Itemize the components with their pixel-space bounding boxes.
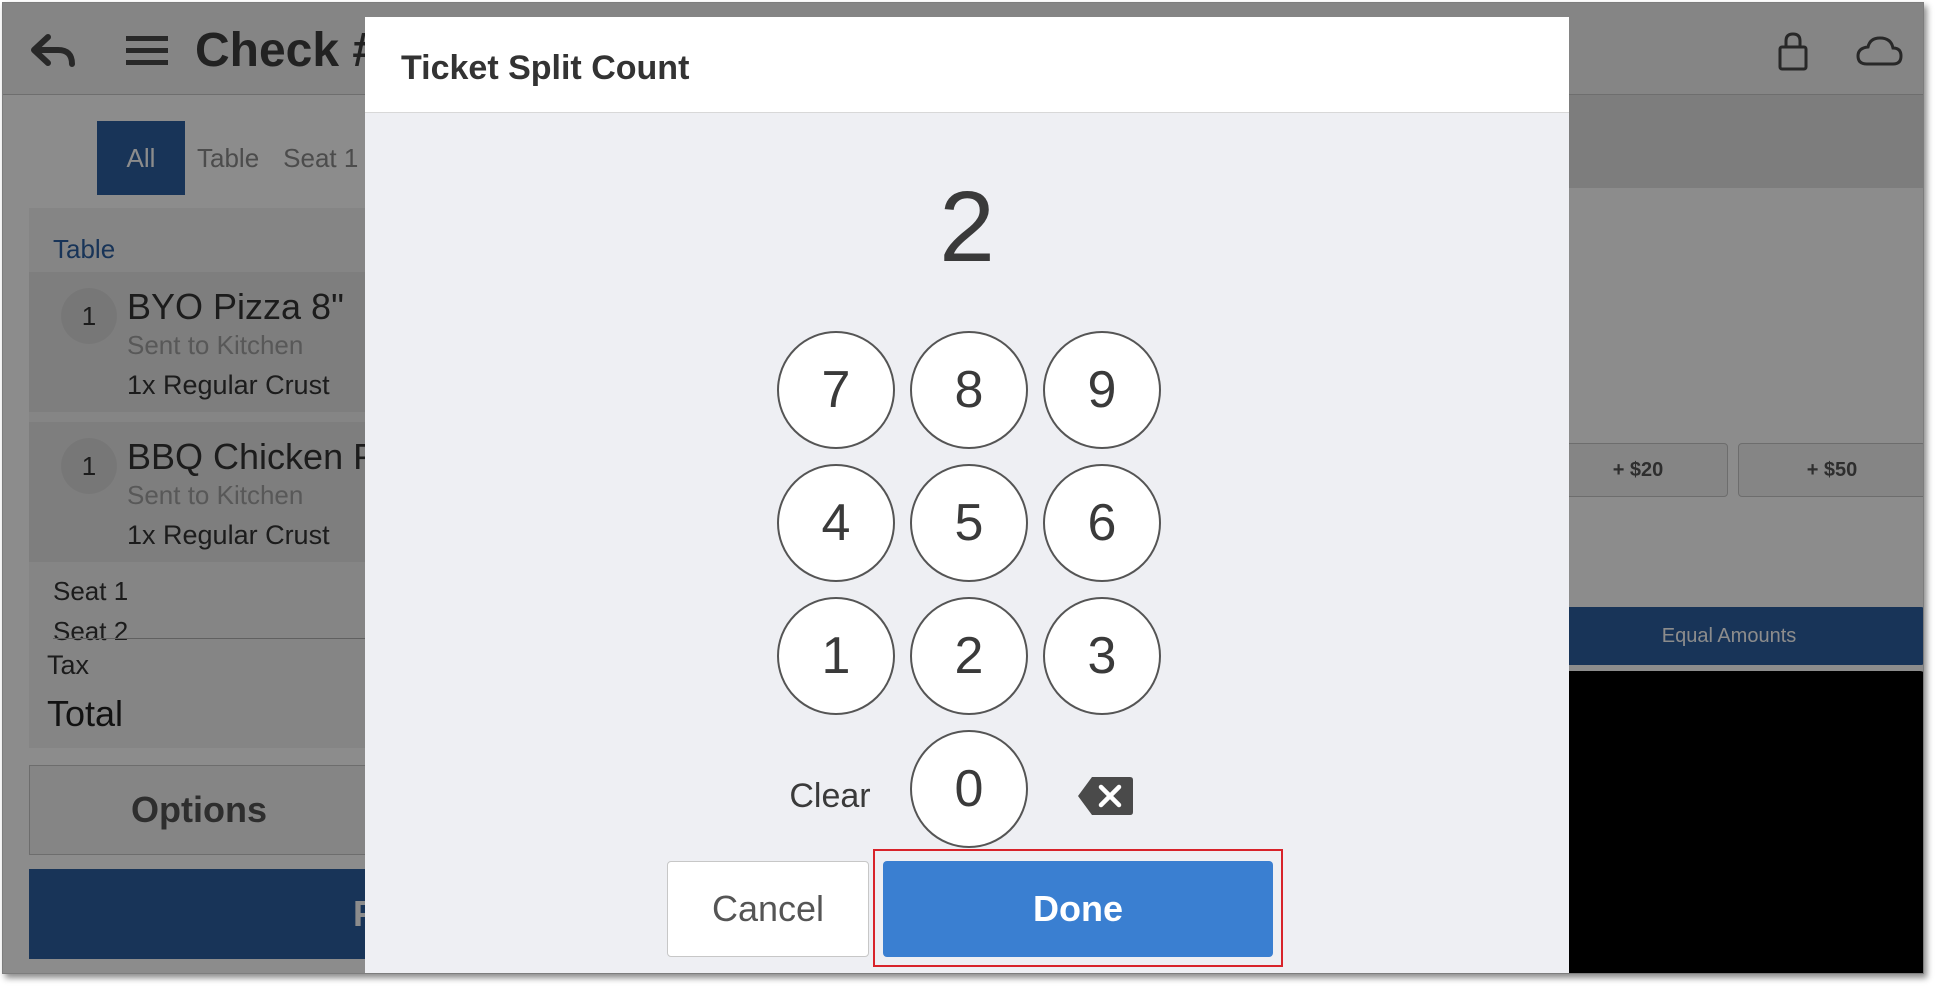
done-button[interactable]: Done [883, 861, 1273, 957]
keypad-key-4[interactable]: 4 [777, 464, 895, 582]
backspace-icon[interactable] [1065, 761, 1145, 831]
split-count-display: 2 [939, 171, 995, 283]
keypad-key-8[interactable]: 8 [910, 331, 1028, 449]
keypad-key-0[interactable]: 0 [910, 730, 1028, 848]
keypad-key-5[interactable]: 5 [910, 464, 1028, 582]
cancel-button[interactable]: Cancel [667, 861, 869, 957]
clear-button[interactable]: Clear [765, 761, 895, 831]
keypad-key-1[interactable]: 1 [777, 597, 895, 715]
app-window: Check # All Table Seat 1 Table 1 BYO Piz… [2, 2, 1924, 974]
keypad-key-7[interactable]: 7 [777, 331, 895, 449]
keypad-key-6[interactable]: 6 [1043, 464, 1161, 582]
keypad-key-3[interactable]: 3 [1043, 597, 1161, 715]
keypad-key-2[interactable]: 2 [910, 597, 1028, 715]
ticket-split-dialog: Ticket Split Count 2 7 8 9 4 5 6 1 2 3 C… [365, 17, 1569, 973]
keypad-key-9[interactable]: 9 [1043, 331, 1161, 449]
dialog-title: Ticket Split Count [401, 49, 690, 87]
dialog-header: Ticket Split Count [365, 17, 1569, 113]
